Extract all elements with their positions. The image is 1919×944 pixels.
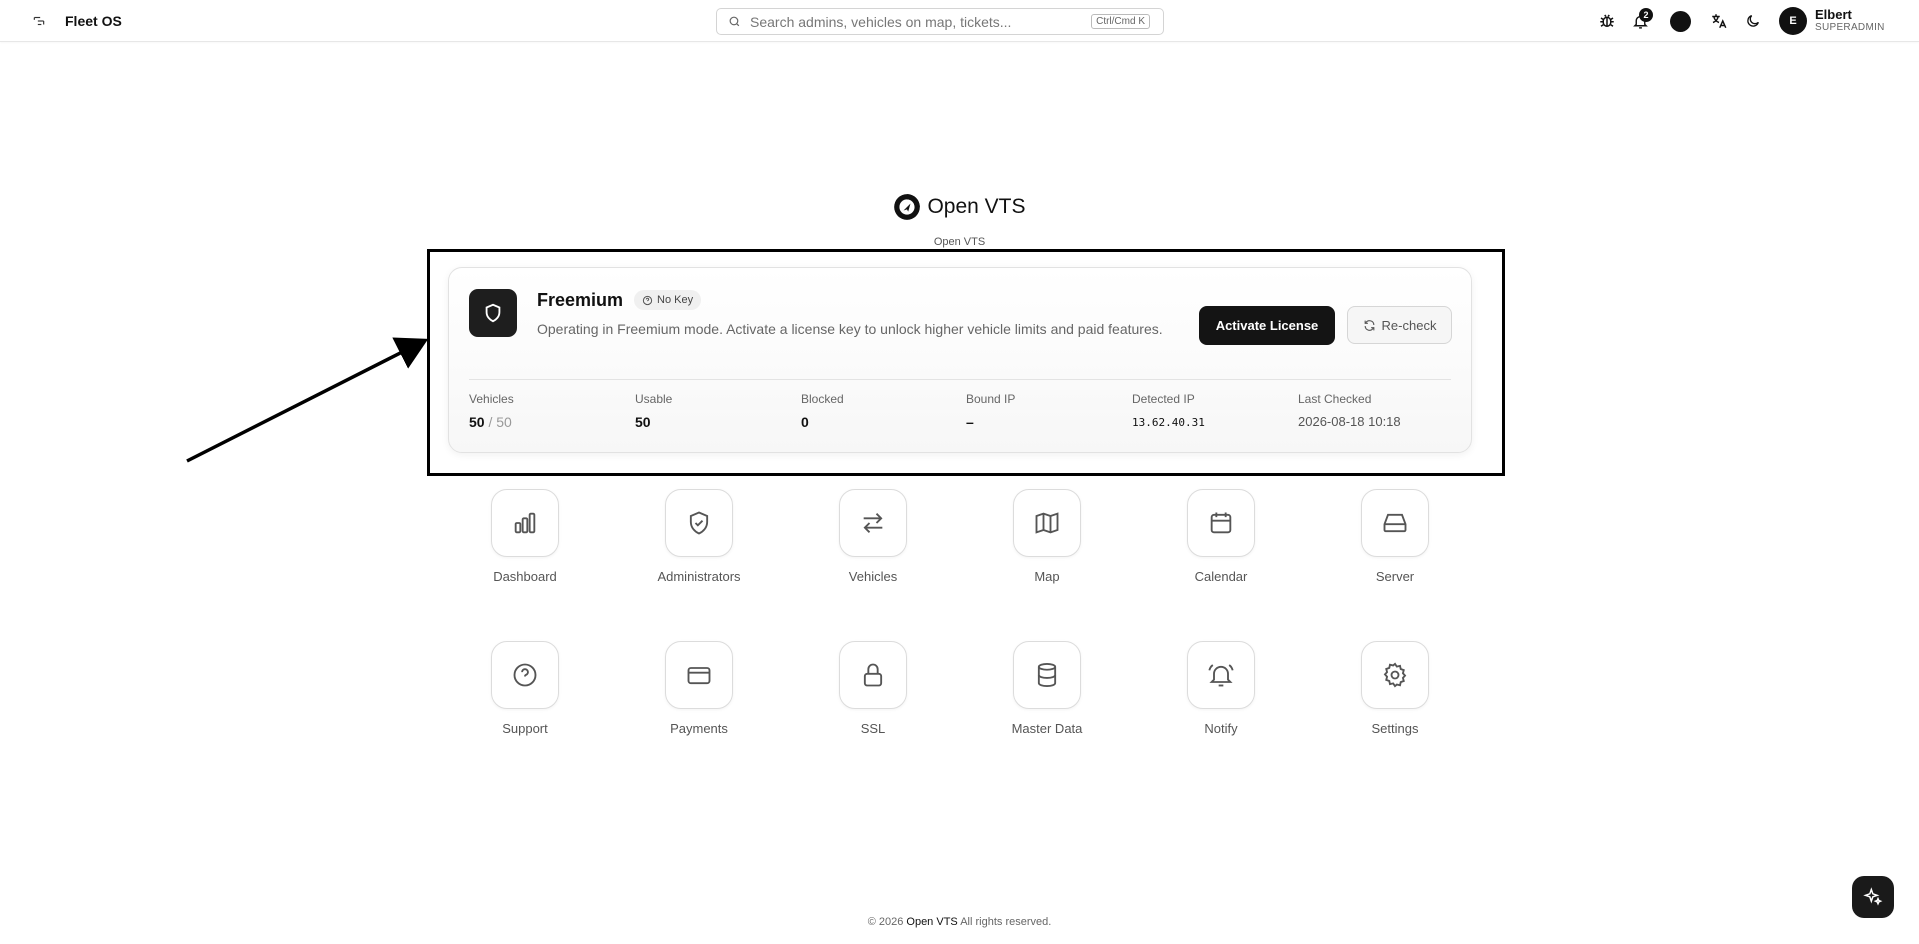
tile-label: Administrators — [657, 569, 741, 584]
avatar[interactable]: E — [1779, 7, 1807, 35]
hard-drive-icon — [1361, 489, 1429, 557]
footer: © 2026 Open VTS All rights reserved. — [0, 916, 1919, 928]
tile-label: Notify — [1204, 721, 1238, 736]
top-bar: Fleet OS Search admins, vehicles on map,… — [0, 0, 1919, 42]
search-input[interactable]: Search admins, vehicles on map, tickets.… — [750, 14, 1091, 30]
notification-count-badge: 2 — [1639, 8, 1653, 22]
logo-title: Open VTS — [927, 195, 1026, 218]
tile-master-data[interactable]: Master Data — [977, 641, 1117, 751]
bug-icon[interactable] — [1597, 11, 1617, 31]
tile-label: Payments — [670, 721, 728, 736]
tile-label: Server — [1375, 569, 1415, 584]
shield-check-icon — [665, 489, 733, 557]
app-brand[interactable]: Fleet OS — [65, 13, 122, 29]
open-vts-logo-icon — [894, 194, 921, 220]
translate-icon[interactable] — [1709, 11, 1729, 31]
tile-map[interactable]: Map — [977, 489, 1117, 599]
tile-label: Map — [1034, 569, 1060, 584]
database-icon — [1013, 641, 1081, 709]
calendar-icon — [1187, 489, 1255, 557]
tile-calendar[interactable]: Calendar — [1151, 489, 1291, 599]
credit-card-icon — [665, 641, 733, 709]
tile-label: SSL — [860, 721, 886, 736]
tile-payments[interactable]: Payments — [629, 641, 769, 751]
sparkles-icon — [1863, 887, 1883, 906]
user-role: SUPERADMIN — [1815, 22, 1885, 33]
bar-chart-icon — [491, 489, 559, 557]
status-circle-icon[interactable] — [1670, 11, 1691, 32]
sidebar-toggle-icon[interactable] — [30, 12, 48, 30]
bell-ring-icon — [1187, 641, 1255, 709]
user-name[interactable]: Elbert — [1815, 7, 1852, 22]
tile-server[interactable]: Server — [1325, 489, 1465, 599]
tile-label: Master Data — [1011, 721, 1083, 736]
logo-subtitle: Open VTS — [933, 236, 986, 248]
swap-arrows-icon — [839, 489, 907, 557]
search-icon — [729, 16, 740, 27]
annotation-highlight-box — [427, 249, 1505, 476]
app-logo: Open VTS — [0, 193, 1919, 221]
tile-support[interactable]: Support — [455, 641, 595, 751]
tile-label: Vehicles — [848, 569, 898, 584]
tile-label: Support — [502, 721, 548, 736]
tile-vehicles[interactable]: Vehicles — [803, 489, 943, 599]
tile-ssl[interactable]: SSL — [803, 641, 943, 751]
tile-label: Calendar — [1194, 569, 1248, 584]
map-icon — [1013, 489, 1081, 557]
tile-dashboard[interactable]: Dashboard — [455, 489, 595, 599]
tile-notify[interactable]: Notify — [1151, 641, 1291, 751]
lock-icon — [839, 641, 907, 709]
help-circle-icon — [491, 641, 559, 709]
footer-copyright: © 2026 — [867, 916, 904, 928]
ai-assistant-button[interactable] — [1852, 876, 1894, 918]
tile-administrators[interactable]: Administrators — [629, 489, 769, 599]
tile-settings[interactable]: Settings — [1325, 641, 1465, 751]
footer-rights: All rights reserved. — [960, 916, 1052, 928]
moon-icon[interactable] — [1743, 11, 1763, 31]
tile-label: Dashboard — [493, 569, 557, 584]
tile-label: Settings — [1371, 721, 1419, 736]
gear-icon — [1361, 641, 1429, 709]
footer-brand[interactable]: Open VTS — [906, 916, 957, 928]
global-search[interactable]: Search admins, vehicles on map, tickets.… — [716, 8, 1164, 35]
search-shortcut-hint: Ctrl/Cmd K — [1091, 14, 1150, 29]
